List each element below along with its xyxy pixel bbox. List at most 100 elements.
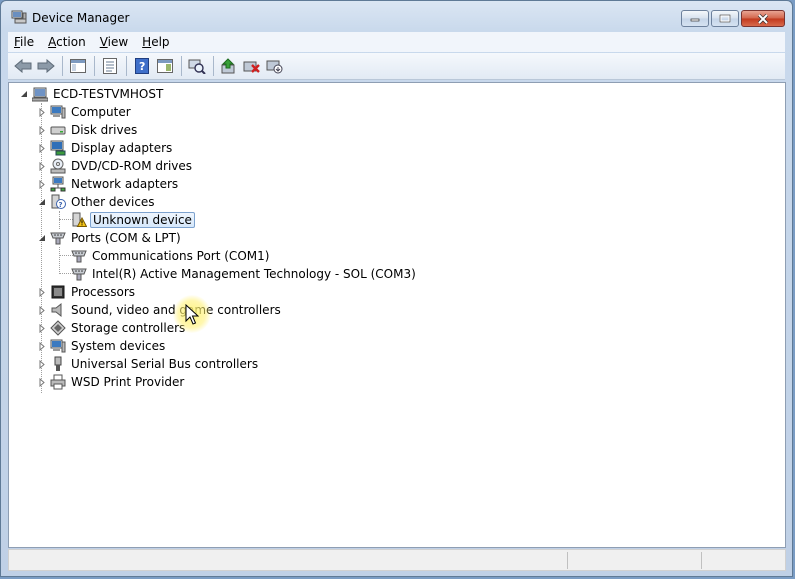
tree-item-label: Computer [71,105,131,119]
tree-item-label: DVD/CD-ROM drives [71,159,193,173]
storage-controller-icon [50,320,66,336]
action-pane-icon [157,59,173,73]
status-separator [567,552,568,569]
expand-arrow-icon[interactable] [37,125,46,135]
printer-icon [50,374,66,390]
tree-item-processors[interactable]: Processors [37,283,137,301]
root-label: ECD-TESTVMHOST [53,87,164,101]
tree-item-disk-drives[interactable]: Disk drives [37,121,139,139]
maximize-icon [719,14,731,23]
menu-view[interactable]: View [94,35,134,49]
uninstall-device-icon [243,61,260,73]
caption-buttons [679,10,785,28]
show-hide-console-tree-button[interactable] [67,55,89,77]
sound-icon [50,302,66,318]
status-bar [8,549,786,571]
forward-arrow-icon [37,59,55,73]
expand-arrow-icon[interactable] [37,143,46,153]
close-icon [757,13,769,24]
tree-item-other-devices[interactable]: ? Other devices [37,193,157,211]
update-driver-button[interactable] [218,55,240,77]
scan-hardware-button[interactable] [186,55,208,77]
dvd-drive-icon [50,158,66,174]
toolbar-separator [181,56,182,76]
tree-connector [59,247,61,274]
show-hide-console-tree-icon [70,59,86,73]
tree-item-com3[interactable]: Intel(R) Active Management Technology - … [71,265,418,283]
port-icon [50,230,66,246]
minimize-button[interactable] [681,10,709,27]
expand-arrow-icon[interactable] [37,341,46,351]
device-tree[interactable]: ECD-TESTVMHOST Computer Disk drives Disp… [8,82,786,548]
tree-item-computer[interactable]: Computer [37,103,133,121]
svg-text:?: ? [139,60,145,73]
title-bar[interactable]: Device Manager [1,1,792,33]
expand-arrow-icon[interactable] [37,287,46,297]
tree-item-unknown-device[interactable]: Unknown device [71,211,195,229]
tree-item-com1[interactable]: Communications Port (COM1) [71,247,271,265]
disable-device-icon [266,60,283,74]
expand-arrow-icon[interactable] [37,107,46,117]
tree-item-system-devices[interactable]: System devices [37,337,167,355]
disable-device-button[interactable] [264,55,286,77]
expand-arrow-icon[interactable] [37,359,46,369]
update-driver-icon [221,58,235,74]
menu-action[interactable]: Action [42,35,92,49]
help-icon: ? [135,58,149,74]
device-manager-icon [11,10,27,24]
properties-icon [103,58,117,74]
tree-item-label: Intel(R) Active Management Technology - … [92,267,416,281]
tree-item-usb-controllers[interactable]: Universal Serial Bus controllers [37,355,260,373]
tree-item-label: Other devices [71,195,155,209]
maximize-button[interactable] [711,10,739,27]
expand-arrow-icon[interactable] [37,161,46,171]
tree-item-label: WSD Print Provider [71,375,185,389]
tree-item-label: Processors [71,285,136,299]
menu-file[interactable]: File [8,35,40,49]
tree-item-storage-controllers[interactable]: Storage controllers [37,319,187,337]
expand-arrow-icon[interactable] [37,377,46,387]
port-icon [71,266,87,282]
help-button[interactable]: ? [131,55,153,77]
network-adapter-icon [50,176,66,192]
menu-bar: File Action View Help [8,32,785,52]
toolbar-separator [126,56,127,76]
tree-item-label: Storage controllers [71,321,186,335]
computer-icon [50,104,66,120]
computer-host-icon [32,86,48,102]
uninstall-device-button[interactable] [241,55,263,77]
display-adapter-icon [50,140,66,156]
toolbar-separator [62,56,63,76]
back-arrow-icon [14,59,32,73]
tree-item-label: Disk drives [71,123,138,137]
forward-button[interactable] [35,55,57,77]
action-pane-button[interactable] [154,55,176,77]
tree-item-ports[interactable]: Ports (COM & LPT) [37,229,183,247]
tree-item-dvd-drives[interactable]: DVD/CD-ROM drives [37,157,194,175]
back-button[interactable] [12,55,34,77]
tree-item-label: Ports (COM & LPT) [71,231,181,245]
tree-item-network-adapters[interactable]: Network adapters [37,175,180,193]
collapse-arrow-icon[interactable] [37,234,46,243]
tree-item-display-adapters[interactable]: Display adapters [37,139,174,157]
tree-item-label: Universal Serial Bus controllers [71,357,259,371]
tree-item-label: Unknown device [90,212,195,228]
tree-item-wsd-print-provider[interactable]: WSD Print Provider [37,373,186,391]
tree-item-sound[interactable]: Sound, video and game controllers [37,301,283,319]
device-manager-window: Device Manager File Action View Help ? E… [0,0,793,577]
properties-button[interactable] [99,55,121,77]
tree-item-label: Network adapters [71,177,179,191]
collapse-arrow-icon[interactable] [19,90,28,99]
svg-text:?: ? [59,201,63,209]
disk-drive-icon [50,122,66,138]
status-separator [701,552,702,569]
expand-arrow-icon[interactable] [37,179,46,189]
menu-help[interactable]: Help [136,35,175,49]
tree-root[interactable]: ECD-TESTVMHOST [19,85,165,103]
expand-arrow-icon[interactable] [37,323,46,333]
expand-arrow-icon[interactable] [37,305,46,315]
port-icon [71,248,87,264]
minimize-icon [690,18,700,21]
collapse-arrow-icon[interactable] [37,198,46,207]
close-button[interactable] [741,10,785,27]
